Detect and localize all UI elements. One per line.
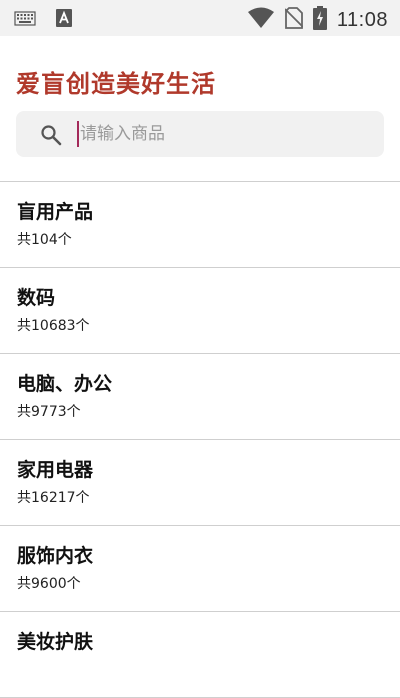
list-item-count: 共10683个 <box>17 318 90 334</box>
list-item-count: 共9773个 <box>17 404 81 420</box>
list-item-title: 数码 <box>17 287 56 309</box>
list-item[interactable]: 数码 共10683个 <box>0 268 400 354</box>
list-item-title: 盲用产品 <box>17 201 94 223</box>
status-bar-left <box>14 9 72 27</box>
status-bar-right: 11:08 <box>247 6 388 34</box>
list-item[interactable]: 服饰内衣 共9600个 <box>0 526 400 612</box>
list-item-title: 电脑、办公 <box>17 373 113 395</box>
list-item-title: 服饰内衣 <box>17 545 94 567</box>
status-bar: 11:08 <box>0 0 400 36</box>
list-item[interactable]: 美妆护肤 <box>0 612 400 698</box>
list-item[interactable]: 家用电器 共16217个 <box>0 440 400 526</box>
category-list: 盲用产品 共104个 数码 共10683个 电脑、办公 共9773个 家用电器 … <box>0 181 400 698</box>
list-item[interactable]: 盲用产品 共104个 <box>0 182 400 268</box>
search-input[interactable] <box>76 119 370 149</box>
page-title: 爱盲创造美好生活 <box>16 70 216 98</box>
no-sim-icon <box>284 7 304 33</box>
clock-time: 11:08 <box>336 8 388 31</box>
battery-charging-icon <box>312 6 327 34</box>
search-icon[interactable] <box>40 124 62 146</box>
list-item-count: 共16217个 <box>17 490 90 506</box>
list-item-count: 共9600个 <box>17 576 81 592</box>
list-item-count: 共104个 <box>17 232 72 248</box>
list-item[interactable]: 电脑、办公 共9773个 <box>0 354 400 440</box>
search-bar[interactable] <box>16 111 384 157</box>
list-item-title: 家用电器 <box>17 459 94 481</box>
keyboard-icon <box>14 11 36 26</box>
a-notification-icon <box>56 9 72 27</box>
wifi-icon <box>247 7 275 33</box>
